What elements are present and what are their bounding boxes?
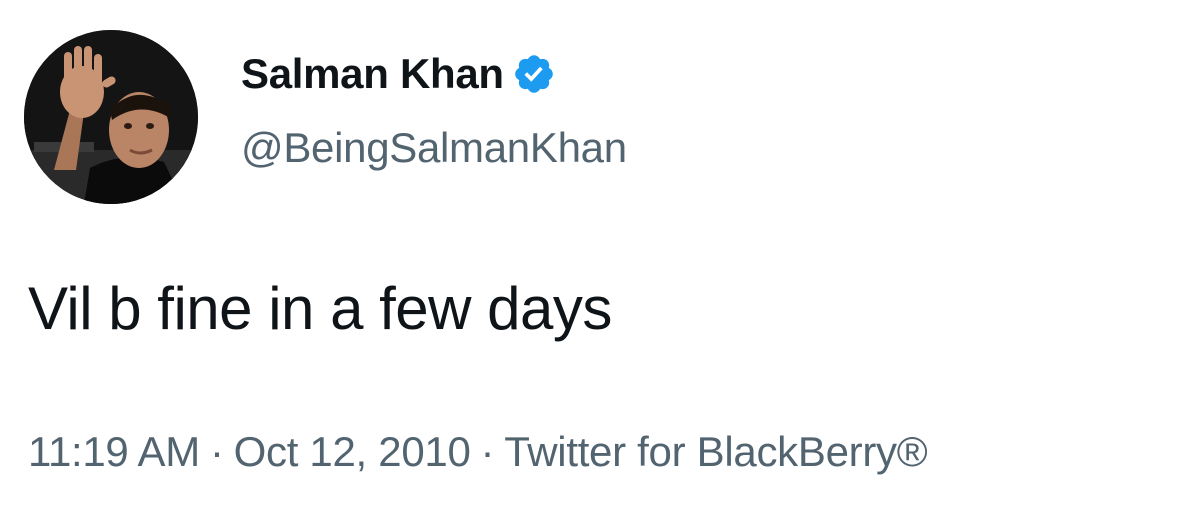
tweet-time[interactable]: 11:19 AM [28, 428, 200, 476]
user-name-row: Salman Khan [241, 50, 556, 98]
profile-photo-icon [24, 30, 198, 204]
avatar[interactable] [24, 30, 198, 204]
verified-badge-icon [512, 52, 556, 96]
meta-separator: · [209, 428, 224, 475]
tweet-date[interactable]: Oct 12, 2010 [234, 428, 471, 476]
tweet-meta: 11:19 AM · Oct 12, 2010 · Twitter for Bl… [28, 428, 928, 476]
tweet-text: Vil b fine in a few days [28, 275, 612, 342]
tweet-card: Salman Khan @BeingSalmanKhan Vil b fine … [0, 0, 1200, 518]
display-name[interactable]: Salman Khan [241, 50, 504, 98]
user-handle[interactable]: @BeingSalmanKhan [241, 124, 627, 172]
tweet-source[interactable]: Twitter for BlackBerry® [504, 428, 927, 476]
meta-separator: · [480, 428, 495, 475]
